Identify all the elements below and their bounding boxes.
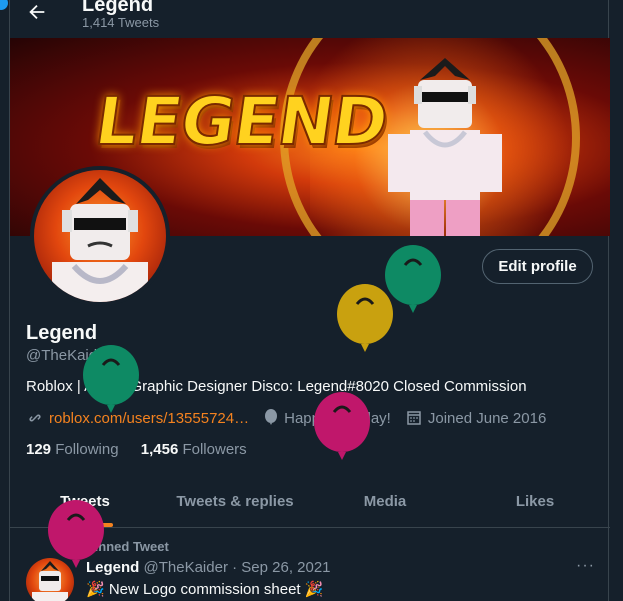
- tweet-handle-date: @TheKaider · Sep 26, 2021: [143, 559, 331, 576]
- birthday-balloon-yellow-icon: [337, 284, 393, 352]
- banner-logo-text: LEGEND: [90, 82, 393, 161]
- tweet-header: Legend @TheKaider · Sep 26, 2021: [86, 559, 331, 576]
- following-link[interactable]: 129 Following: [26, 441, 119, 458]
- back-arrow-icon[interactable]: [26, 1, 48, 23]
- calendar-icon: [407, 411, 421, 425]
- followers-label: Followers: [182, 441, 247, 458]
- tab-label: Media: [363, 492, 407, 510]
- balloon-icon: [265, 409, 278, 425]
- tab-label: Tweets & replies: [176, 492, 294, 510]
- more-icon[interactable]: ···: [576, 557, 595, 575]
- following-count: 129: [26, 441, 52, 458]
- tab-label: Likes: [515, 492, 555, 510]
- followers-count: 1,456: [140, 441, 179, 458]
- joined-date: Joined June 2016: [427, 409, 547, 427]
- profile-column: Legend 1,414 Tweets LEGEND Edit profile …: [9, 0, 610, 601]
- banner-character-image: [388, 58, 502, 236]
- profile-avatar[interactable]: [30, 166, 170, 306]
- link-icon: [29, 414, 41, 422]
- follow-stats: 129 Following 1,456 Followers: [26, 441, 265, 458]
- notification-dot: [0, 0, 8, 10]
- profile-link[interactable]: roblox.com/users/13555724…: [49, 410, 249, 427]
- profile-header: Legend 1,414 Tweets: [10, 0, 610, 38]
- birthday-balloon-green-2-icon: [83, 345, 139, 413]
- birthday-balloon-magenta-icon: [314, 392, 370, 460]
- tweet-text: 🎉 New Logo commission sheet 🎉: [86, 581, 324, 598]
- tab-media[interactable]: Media: [310, 475, 460, 527]
- joined-item: Joined June 2016: [405, 409, 546, 427]
- edit-profile-button[interactable]: Edit profile: [482, 249, 593, 284]
- left-edge: [0, 0, 9, 601]
- following-label: Following: [55, 441, 119, 458]
- tab-likes[interactable]: Likes: [460, 475, 610, 527]
- followers-link[interactable]: 1,456 Followers: [141, 441, 247, 458]
- tweet-count: 1,414 Tweets: [82, 15, 160, 30]
- profile-name: Legend: [26, 322, 98, 344]
- birthday-balloon-magenta-2-icon: [48, 500, 104, 568]
- avatar-character-image: [52, 178, 148, 302]
- tab-tweets-replies[interactable]: Tweets & replies: [160, 475, 310, 527]
